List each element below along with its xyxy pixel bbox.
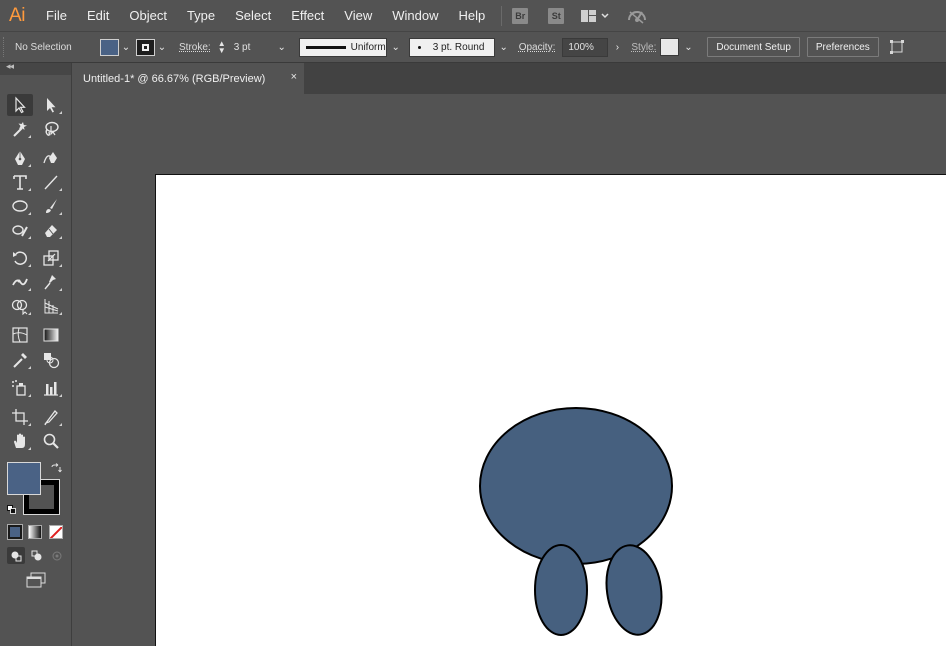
arrange-documents-icon[interactable] xyxy=(580,9,610,23)
mesh-tool-icon[interactable] xyxy=(7,324,33,346)
opacity-arrow-icon[interactable]: › xyxy=(610,39,624,55)
stroke-weight-dropdown-icon[interactable]: ⌄ xyxy=(275,39,289,55)
document-tabs: Untitled-1* @ 66.67% (RGB/Preview) × xyxy=(74,63,946,94)
puppet-warp-tool-icon[interactable] xyxy=(38,271,64,293)
brush-definition[interactable]: 3 pt. Round xyxy=(408,37,495,57)
rotate-tool-icon[interactable] xyxy=(7,247,33,269)
document-setup-button[interactable]: Document Setup xyxy=(707,37,800,57)
menu-help[interactable]: Help xyxy=(448,0,495,31)
menu-type[interactable]: Type xyxy=(177,0,225,31)
line-segment-tool-icon[interactable] xyxy=(38,171,64,193)
bridge-button[interactable]: Br xyxy=(512,7,529,24)
stroke-label[interactable]: Stroke: xyxy=(179,42,211,53)
pen-tool-icon[interactable] xyxy=(7,147,33,169)
tools-panel-header[interactable]: ◂◂ xyxy=(0,61,71,75)
draw-behind-icon[interactable] xyxy=(28,547,46,564)
document-tab[interactable]: Untitled-1* @ 66.67% (RGB/Preview) × xyxy=(74,63,304,94)
eyedropper-tool-icon[interactable] xyxy=(7,349,33,371)
tools-panel: ◂◂ xyxy=(0,61,72,646)
magic-wand-tool-icon[interactable] xyxy=(7,118,33,140)
brush-dot-icon xyxy=(417,45,421,49)
swap-fill-stroke-icon[interactable] xyxy=(50,462,62,474)
transform-icon[interactable] xyxy=(887,37,907,57)
selection-status: No Selection xyxy=(15,41,72,53)
default-fill-stroke-icon[interactable] xyxy=(7,502,17,514)
profile-label: Uniform xyxy=(350,41,386,53)
close-icon[interactable]: × xyxy=(291,71,297,83)
menu-separator xyxy=(501,5,503,26)
app-logo: Ai xyxy=(9,4,25,26)
blend-tool-icon[interactable] xyxy=(38,349,64,371)
left-foot-ellipse[interactable] xyxy=(534,544,588,636)
brush-label: 3 pt. Round xyxy=(432,41,485,53)
slice-tool-icon[interactable] xyxy=(38,406,64,428)
eraser-tool-icon[interactable] xyxy=(38,219,64,241)
selection-tool-icon[interactable] xyxy=(7,94,33,116)
menu-view[interactable]: View xyxy=(334,0,382,31)
shaper-tool-icon[interactable] xyxy=(7,219,33,241)
control-bar-grip[interactable] xyxy=(3,37,9,57)
symbol-sprayer-tool-icon[interactable] xyxy=(7,377,33,399)
graphic-style-swatch[interactable] xyxy=(660,38,680,56)
column-graph-tool-icon[interactable] xyxy=(38,377,64,399)
draw-inside-icon[interactable] xyxy=(48,547,66,564)
curvature-tool-icon[interactable] xyxy=(38,147,64,169)
stroke-color-swatch[interactable] xyxy=(136,38,155,56)
style-label[interactable]: Style: xyxy=(631,42,656,53)
menu-bar: Ai File Edit Object Type Select Effect V… xyxy=(0,0,946,31)
type-tool-icon[interactable] xyxy=(7,171,33,193)
zoom-tool-icon[interactable] xyxy=(38,430,64,452)
brush-dropdown-icon[interactable]: ⌄ xyxy=(497,39,511,55)
document-tab-title: Untitled-1* @ 66.67% (RGB/Preview) xyxy=(83,72,266,85)
canvas-area[interactable] xyxy=(74,94,946,646)
style-dropdown-icon[interactable]: ⌄ xyxy=(681,39,695,55)
screen-mode-icon[interactable] xyxy=(25,572,47,589)
ellipse-tool-icon[interactable] xyxy=(7,195,33,217)
none-mode-button[interactable] xyxy=(49,525,63,539)
direct-selection-tool-icon[interactable] xyxy=(38,94,64,116)
head-ellipse[interactable] xyxy=(479,407,673,565)
stock-button[interactable]: St xyxy=(548,7,565,24)
artboard[interactable] xyxy=(155,174,946,646)
artboard-tool-icon[interactable] xyxy=(7,406,33,428)
control-bar: No Selection ⌄ ⌄ Stroke: ▲ ▼ 3 pt ⌄ Unifo… xyxy=(0,31,946,63)
menu-window[interactable]: Window xyxy=(382,0,448,31)
width-tool-icon[interactable] xyxy=(7,271,33,293)
opacity-field[interactable]: 100% xyxy=(562,37,609,57)
fill-dropdown-icon[interactable]: ⌄ xyxy=(119,39,133,55)
illustrator-window: Ai File Edit Object Type Select Effect V… xyxy=(0,0,946,646)
menu-effect[interactable]: Effect xyxy=(281,0,334,31)
profile-line-icon xyxy=(305,45,346,49)
paintbrush-tool-icon[interactable] xyxy=(38,195,64,217)
fill-color-swatch[interactable] xyxy=(100,38,119,56)
fill-swatch-large-top[interactable] xyxy=(7,462,41,495)
preferences-button[interactable]: Preferences xyxy=(806,37,879,57)
hand-tool-icon[interactable] xyxy=(7,430,33,452)
menu-edit[interactable]: Edit xyxy=(77,0,119,31)
gradient-tool-icon[interactable] xyxy=(38,324,64,346)
menu-file[interactable]: File xyxy=(34,0,77,31)
opacity-label[interactable]: Opacity: xyxy=(519,42,556,53)
stroke-weight-field[interactable]: 3 pt xyxy=(228,37,273,57)
lasso-tool-icon[interactable] xyxy=(38,118,64,140)
gradient-mode-button[interactable] xyxy=(28,525,42,539)
menu-object[interactable]: Object xyxy=(119,0,177,31)
artwork-layer xyxy=(479,407,673,636)
variable-width-profile[interactable]: Uniform xyxy=(298,37,387,57)
gpu-performance-icon[interactable] xyxy=(626,7,648,25)
scale-tool-icon[interactable] xyxy=(38,247,64,269)
perspective-grid-tool-icon[interactable] xyxy=(38,295,64,317)
stroke-stepper-icon[interactable]: ▲ ▼ xyxy=(217,39,227,55)
profile-dropdown-icon[interactable]: ⌄ xyxy=(389,39,403,55)
draw-normal-icon[interactable] xyxy=(7,547,25,564)
menu-select[interactable]: Select xyxy=(225,0,281,31)
shape-builder-tool-icon[interactable] xyxy=(7,295,33,317)
color-mode-button[interactable] xyxy=(7,524,23,540)
stroke-dropdown-icon[interactable]: ⌄ xyxy=(155,39,169,55)
